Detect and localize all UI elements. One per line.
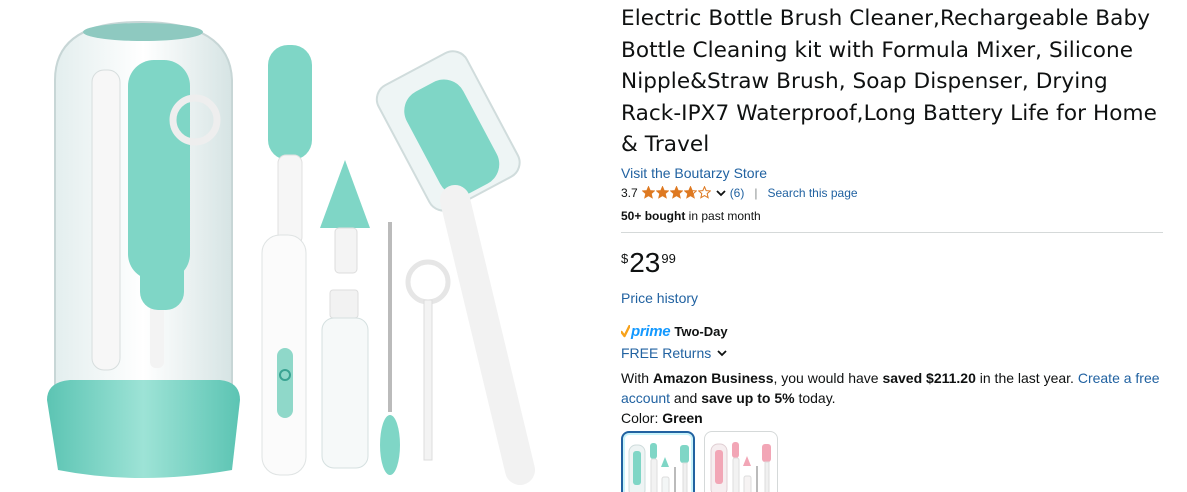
business-prefix: With [621, 369, 653, 386]
star-rating[interactable] [641, 186, 712, 199]
chevron-down-icon[interactable] [715, 346, 729, 360]
bought-in-past-month: 50+ bought in past month [621, 207, 1166, 225]
business-and: and [670, 389, 702, 406]
price-fraction: 99 [661, 250, 676, 266]
price: $ 23 99 [621, 246, 1166, 278]
chevron-down-icon[interactable] [714, 186, 728, 200]
rating-separator: | [754, 185, 758, 200]
swatch-pink[interactable] [704, 430, 778, 492]
business-middle: , you would have [773, 369, 883, 386]
product-main-image[interactable] [0, 0, 540, 492]
green-variant-thumbnail [628, 442, 689, 492]
price-whole: 23 [629, 246, 661, 278]
prime-check-icon [621, 324, 630, 337]
search-this-page-link[interactable]: Search this page [767, 184, 857, 202]
rating-number: 3.7 [621, 185, 638, 200]
prime-speed: Two-Day [674, 324, 728, 339]
free-returns-dropdown[interactable]: FREE Returns [621, 344, 1166, 363]
color-swatches [621, 430, 1166, 492]
prime-badge: prime Two-Day [621, 323, 1166, 341]
color-label-prefix: Color: [621, 409, 663, 426]
prime-word: prime [631, 323, 671, 340]
amazon-business-savings: With Amazon Business, you would have sav… [621, 368, 1166, 408]
star-icon [669, 186, 683, 199]
swatch-green[interactable] [621, 430, 695, 492]
star-icon [641, 186, 655, 199]
star-icon [683, 186, 697, 199]
business-saved: saved $211.20 [882, 369, 976, 386]
bought-count: 50+ bought [621, 208, 686, 223]
section-divider [621, 231, 1163, 233]
business-name: Amazon Business [652, 369, 774, 386]
business-save-up: save up to 5% [701, 389, 795, 406]
product-info-column: Electric Bottle Brush Cleaner,Rechargeab… [621, 0, 1166, 492]
rating-row: 3.7 (6) | Search this page [621, 183, 1166, 203]
business-end: today. [794, 389, 836, 406]
store-link[interactable]: Visit the Boutarzy Store [621, 163, 1166, 183]
price-symbol: $ [621, 250, 629, 266]
color-label: Color: Green [621, 409, 1166, 427]
bought-suffix: in past month [685, 208, 761, 223]
product-title: Electric Bottle Brush Cleaner,Rechargeab… [621, 6, 1157, 157]
price-history-link[interactable]: Price history [621, 289, 1166, 307]
business-after-saved: in the last year. [975, 369, 1078, 386]
bottle-brush-product-image [47, 20, 535, 485]
pink-variant-thumbnail [710, 441, 771, 492]
star-icon [655, 186, 669, 199]
star-icon [697, 186, 711, 199]
rating-count-link[interactable]: (6) [730, 184, 745, 202]
free-returns-label[interactable]: FREE Returns [621, 344, 711, 362]
selected-color: Green [662, 409, 703, 426]
